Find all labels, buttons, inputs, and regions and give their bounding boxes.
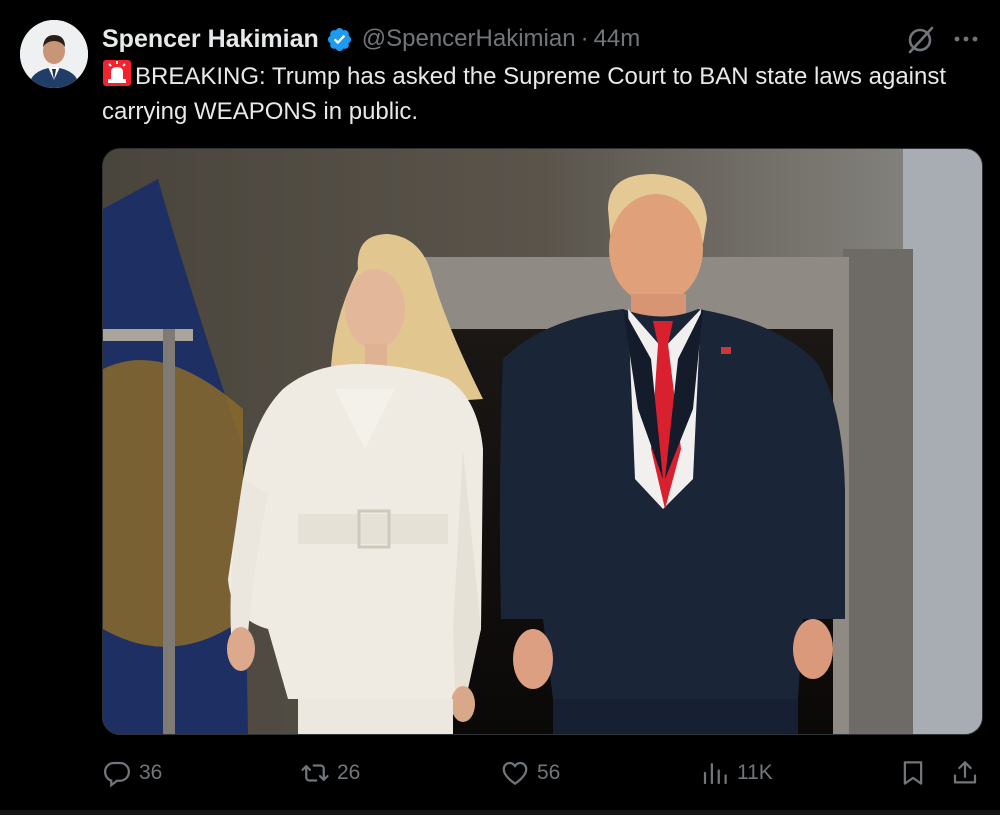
avatar[interactable] [20, 20, 88, 88]
tweet-text-body: BREAKING: Trump has asked the Supreme Co… [102, 63, 947, 125]
display-name[interactable]: Spencer Hakimian [102, 25, 319, 54]
like-button[interactable]: 56 [500, 752, 560, 794]
verified-badge-icon [326, 26, 353, 53]
tweet-text: BREAKING: Trump has asked the Supreme Co… [102, 59, 972, 129]
reply-icon [103, 761, 131, 788]
tweet: Spencer Hakimian @SpencerHakimian · 44m [0, 0, 1000, 815]
police-car-light-icon [102, 59, 132, 87]
views-button[interactable]: 11K [700, 752, 773, 794]
bookmark-button[interactable] [898, 752, 928, 794]
reply-count: 36 [139, 761, 163, 784]
views-chart-icon [703, 763, 727, 785]
divider [0, 810, 1000, 815]
view-count: 11K [737, 761, 773, 784]
repost-icon [301, 764, 329, 782]
tweet-photo [103, 149, 982, 734]
bookmark-icon [903, 761, 923, 785]
like-count: 56 [537, 761, 561, 784]
heart-icon [502, 761, 528, 785]
handle[interactable]: @SpencerHakimian [362, 25, 576, 53]
timestamp[interactable]: 44m [594, 25, 641, 53]
tweet-actions: 36 26 56 11K [0, 752, 1000, 794]
separator-dot: · [580, 25, 589, 52]
share-icon [953, 761, 977, 784]
more-options-icon[interactable] [950, 26, 982, 52]
grok-icon[interactable] [905, 25, 935, 55]
tweet-header: Spencer Hakimian @SpencerHakimian · 44m [102, 22, 640, 56]
avatar-image [20, 20, 88, 88]
tweet-image[interactable] [102, 148, 983, 735]
share-button[interactable] [950, 752, 980, 794]
reply-button[interactable]: 36 [102, 752, 162, 794]
repost-button[interactable]: 26 [300, 752, 360, 794]
repost-count: 26 [337, 761, 361, 784]
